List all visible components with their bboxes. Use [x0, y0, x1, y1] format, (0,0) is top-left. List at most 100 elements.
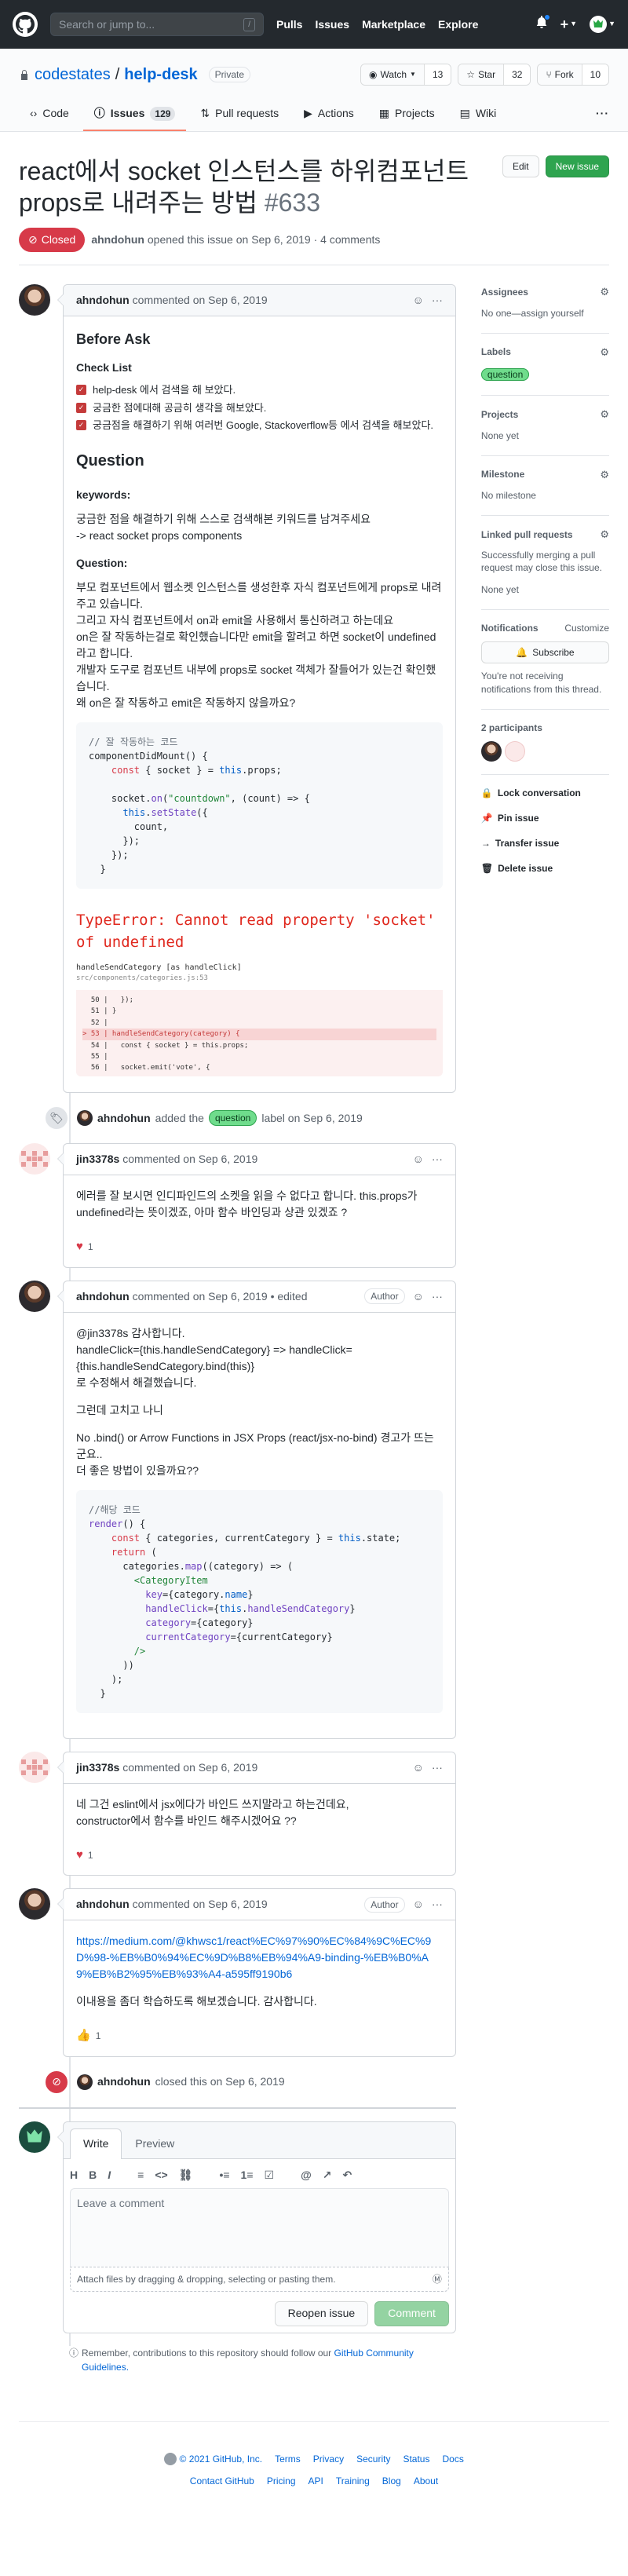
comment-textarea[interactable]: Leave a comment — [70, 2187, 449, 2267]
subscribe-button[interactable]: 🔔 Subscribe — [480, 641, 609, 664]
search-input[interactable]: Search or jump to... / — [50, 13, 264, 36]
comment-date[interactable]: commented on Sep 6, 2019 — [122, 1151, 257, 1167]
tab-projects[interactable]: ▦ Projects — [368, 99, 446, 131]
comment-author-link[interactable]: ahndohun — [76, 1896, 130, 1913]
footer-link[interactable]: Status — [403, 2452, 429, 2466]
customize-link[interactable]: Customize — [564, 621, 609, 635]
comment-author-link[interactable]: ahndohun — [76, 1288, 130, 1305]
comment-button[interactable]: Comment — [374, 2300, 449, 2326]
gear-icon[interactable]: ⚙ — [600, 407, 609, 422]
footer-link[interactable]: Pricing — [267, 2474, 296, 2488]
avatar[interactable] — [19, 284, 50, 316]
participant-avatar[interactable] — [480, 740, 502, 762]
reopen-issue-button[interactable]: Reopen issue — [274, 2300, 369, 2326]
avatar[interactable] — [19, 2121, 50, 2153]
kebab-menu-icon[interactable]: ··· — [432, 1288, 443, 1305]
reply-icon[interactable]: ↶ — [342, 2167, 352, 2183]
delete-issue-button[interactable]: 🗑 Delete issue — [481, 861, 609, 875]
medium-link[interactable]: https://medium.com/@khwsc1/react%EC%97%9… — [76, 1935, 431, 1980]
more-tabs-icon[interactable]: ··· — [596, 99, 609, 131]
smiley-icon[interactable]: ☺ — [413, 1896, 424, 1913]
footer-link[interactable]: Security — [356, 2452, 390, 2466]
reference-icon[interactable]: ↗ — [323, 2167, 332, 2183]
gear-icon[interactable]: ⚙ — [600, 345, 609, 360]
checkbox-checked-icon[interactable]: ✓ — [76, 420, 86, 431]
kebab-menu-icon[interactable]: ··· — [432, 1151, 443, 1167]
avatar[interactable] — [19, 1888, 50, 1920]
tab-code[interactable]: ‹› Code — [19, 99, 80, 131]
reaction-heart-button[interactable]: ♥ 1 — [64, 1238, 106, 1267]
tab-actions[interactable]: ▶ Actions — [293, 99, 365, 131]
kebab-menu-icon[interactable]: ··· — [432, 1759, 443, 1776]
footer-link[interactable]: API — [309, 2474, 323, 2488]
avatar[interactable] — [19, 1143, 50, 1175]
avatar[interactable] — [77, 2074, 93, 2090]
user-menu[interactable]: ▼ — [590, 16, 615, 33]
nav-pulls[interactable]: Pulls — [276, 16, 302, 33]
comment-author-link[interactable]: ahndohun — [76, 292, 130, 309]
watch-count[interactable]: 13 — [423, 64, 451, 85]
avatar[interactable] — [77, 1110, 93, 1126]
italic-icon[interactable]: I — [108, 2167, 111, 2183]
gear-icon[interactable]: ⚙ — [600, 467, 609, 483]
attach-files-area[interactable]: Attach files by dragging & dropping, sel… — [70, 2266, 449, 2292]
pin-issue-button[interactable]: 📌 Pin issue — [481, 811, 609, 825]
nav-marketplace[interactable]: Marketplace — [362, 16, 425, 33]
comment-author-link[interactable]: jin3378s — [76, 1151, 119, 1167]
checkbox-checked-icon[interactable]: ✓ — [76, 402, 86, 413]
event-actor-link[interactable]: ahndohun — [97, 2074, 151, 2090]
participant-avatar[interactable] — [504, 740, 525, 762]
comment-author-link[interactable]: jin3378s — [76, 1759, 119, 1776]
comment-date[interactable]: commented on Sep 6, 2019 — [133, 1288, 268, 1305]
repo-owner-link[interactable]: codestates — [35, 63, 111, 86]
edit-button[interactable]: Edit — [502, 155, 539, 177]
comment-date[interactable]: commented on Sep 6, 2019 — [133, 1896, 268, 1913]
tab-wiki[interactable]: ▤ Wiki — [449, 99, 508, 131]
github-logo-icon[interactable] — [13, 12, 38, 37]
task-list-icon[interactable]: ☑ — [265, 2167, 275, 2183]
tab-write[interactable]: Write — [70, 2128, 122, 2159]
unordered-list-icon[interactable]: •≡ — [219, 2167, 229, 2183]
smiley-icon[interactable]: ☺ — [413, 1288, 424, 1305]
edited-dropdown[interactable]: • edited — [271, 1288, 308, 1305]
question-label[interactable]: question — [480, 368, 530, 381]
avatar[interactable] — [19, 1751, 50, 1783]
footer-link[interactable]: Docs — [442, 2452, 463, 2466]
gear-icon[interactable]: ⚙ — [600, 284, 609, 300]
kebab-menu-icon[interactable]: ··· — [432, 1896, 443, 1913]
new-issue-button[interactable]: New issue — [545, 155, 609, 177]
code-icon[interactable]: <> — [155, 2167, 167, 2183]
create-new-dropdown[interactable]: + ▼ — [560, 14, 577, 35]
kebab-menu-icon[interactable]: ··· — [432, 292, 443, 309]
star-button[interactable]: ☆ Star 32 — [458, 64, 531, 86]
tab-preview[interactable]: Preview — [122, 2128, 188, 2158]
ordered-list-icon[interactable]: 1≡ — [241, 2167, 254, 2183]
nav-explore[interactable]: Explore — [438, 16, 478, 33]
repo-name-link[interactable]: help-desk — [124, 63, 197, 86]
mention-icon[interactable]: @ — [301, 2167, 312, 2183]
checkbox-checked-icon[interactable]: ✓ — [76, 385, 86, 396]
notification-bell-icon[interactable] — [535, 14, 550, 33]
transfer-issue-button[interactable]: → Transfer issue — [481, 836, 609, 850]
tab-pull-requests[interactable]: ⇅ Pull requests — [189, 99, 290, 131]
footer-link[interactable]: Blog — [382, 2474, 401, 2488]
footer-link[interactable]: About — [414, 2474, 438, 2488]
bold-icon[interactable]: B — [89, 2167, 97, 2183]
quote-icon[interactable]: ≡ — [137, 2167, 144, 2183]
reaction-thumbsup-button[interactable]: 👍 1 — [64, 2027, 113, 2056]
footer-link[interactable]: Terms — [275, 2452, 301, 2466]
gear-icon[interactable]: ⚙ — [600, 527, 609, 543]
footer-link[interactable]: Training — [336, 2474, 370, 2488]
fork-button[interactable]: ⑂ Fork 10 — [537, 64, 609, 86]
link-icon[interactable]: ⛓ — [179, 2167, 193, 2183]
footer-link[interactable]: Privacy — [313, 2452, 344, 2466]
comment-date[interactable]: commented on Sep 6, 2019 — [122, 1759, 257, 1776]
nav-issues[interactable]: Issues — [315, 16, 349, 33]
star-count[interactable]: 32 — [503, 64, 531, 85]
comment-date[interactable]: commented on Sep 6, 2019 — [133, 292, 268, 309]
assignees-value[interactable]: No one—assign yourself — [481, 306, 609, 320]
issue-author-link[interactable]: ahndohun — [91, 233, 144, 246]
footer-link[interactable]: Contact GitHub — [190, 2474, 254, 2488]
tab-issues[interactable]: ⓘ Issues 129 — [82, 99, 187, 131]
lock-conversation-button[interactable]: 🔒 Lock conversation — [481, 786, 609, 800]
